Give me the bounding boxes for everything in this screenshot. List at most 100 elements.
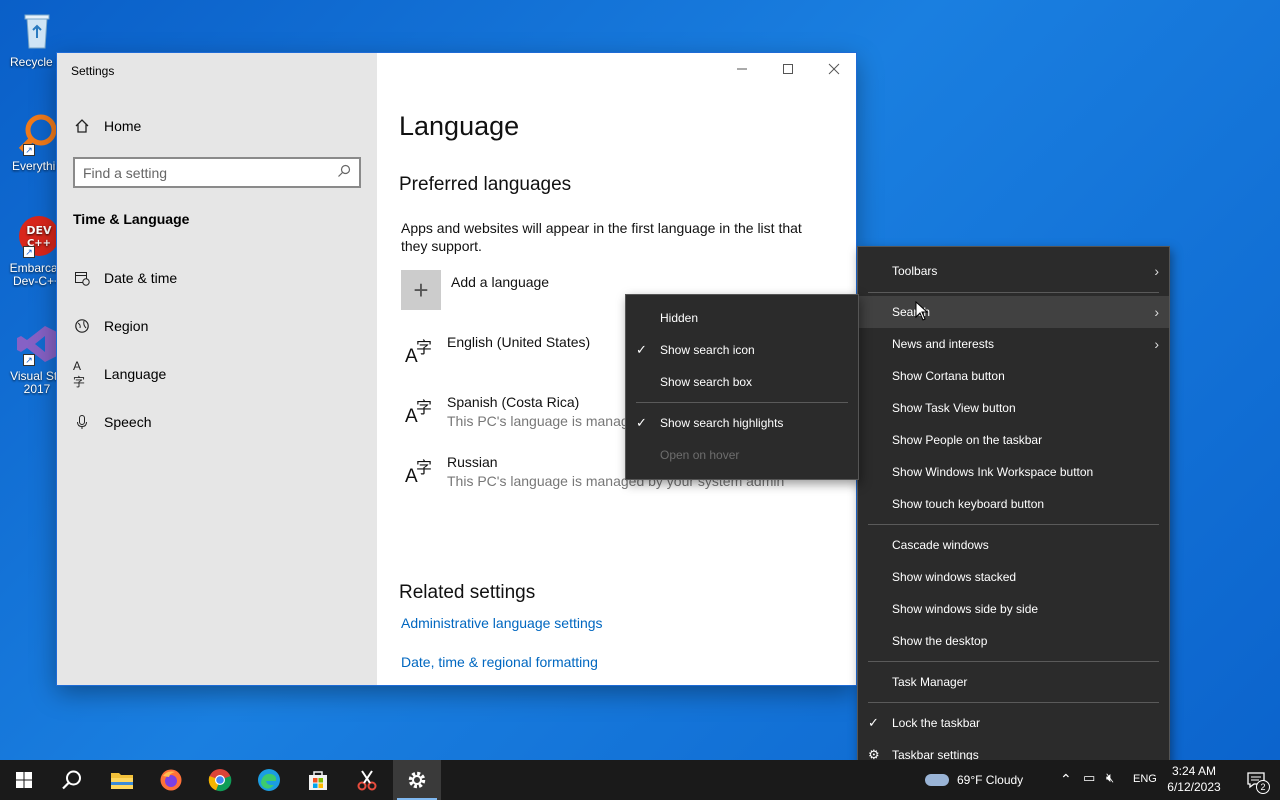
shortcut-arrow-icon: ↗ (23, 144, 35, 156)
language-icon: A字 (73, 358, 86, 389)
maximize-button[interactable] (765, 53, 811, 85)
submenu-item-show-search-highlights[interactable]: ✓ Show search highlights (626, 407, 858, 439)
close-button[interactable] (811, 53, 856, 85)
nav-language[interactable]: A字 Language (73, 358, 167, 389)
clock-time: 3:24 AM (1171, 764, 1217, 778)
menu-item-label: Open on hover (660, 448, 740, 462)
plus-icon: + (401, 270, 441, 310)
nav-date-time[interactable]: Date & time (73, 265, 177, 291)
menu-item-show-ink-workspace[interactable]: Show Windows Ink Workspace button (858, 456, 1169, 488)
menu-separator (868, 661, 1159, 662)
chrome-icon (208, 769, 232, 792)
firefox-icon (160, 769, 182, 791)
menu-item-label: News and interests (892, 337, 995, 351)
menu-item-windows-side-by-side[interactable]: Show windows side by side (858, 593, 1169, 625)
menu-separator (868, 702, 1159, 703)
minimize-button[interactable] (719, 53, 765, 85)
start-button[interactable] (0, 760, 48, 800)
language-icon: A字 (405, 400, 433, 427)
menu-item-show-people[interactable]: Show People on the taskbar (858, 424, 1169, 456)
menu-item-label: Show search icon (660, 343, 755, 357)
add-language-button[interactable]: + Add a language (401, 270, 549, 310)
visual-studio-icon: ↗ (15, 322, 59, 366)
weather-widget[interactable]: 69°F Cloudy (925, 773, 1023, 787)
menu-item-label: Show search box (660, 375, 753, 389)
show-hidden-icons-chevron-icon[interactable]: ⌃ (1060, 771, 1072, 788)
taskbar-search-button[interactable] (48, 760, 96, 800)
settings-sidebar: Settings Home Time & Language Date & tim… (57, 53, 377, 685)
firefox-button[interactable] (147, 760, 195, 800)
submenu-item-open-on-hover: Open on hover (626, 439, 858, 471)
chrome-button[interactable] (196, 760, 244, 800)
find-setting-search[interactable] (73, 157, 361, 188)
menu-item-label: Toolbars (892, 264, 938, 278)
chevron-right-icon: › (1154, 336, 1159, 352)
menu-item-label: Show windows side by side (892, 602, 1039, 616)
file-explorer-button[interactable] (98, 760, 146, 800)
menu-item-cascade-windows[interactable]: Cascade windows (858, 529, 1169, 561)
windows-logo-icon (16, 772, 32, 788)
page-title: Language (399, 111, 520, 141)
menu-item-task-manager[interactable]: Task Manager (858, 666, 1169, 698)
language-item-spanish[interactable]: A字 Spanish (Costa Rica) This PC's langua… (403, 394, 636, 429)
snipping-tool-button[interactable] (343, 760, 391, 800)
menu-item-label: Show Windows Ink Workspace button (892, 465, 1094, 479)
language-icon: A字 (405, 460, 433, 487)
taskbar: 69°F Cloudy ⌃ ▭ 🔇︎ ENG 3:24 AM 6/12/2023… (0, 760, 1280, 800)
checkmark-icon: ✓ (636, 342, 647, 357)
date-time-regional-link[interactable]: Date, time & regional formatting (401, 654, 598, 670)
menu-item-lock-taskbar[interactable]: ✓ Lock the taskbar (858, 707, 1169, 739)
scissors-icon (357, 770, 377, 791)
menu-item-search[interactable]: Search › (858, 296, 1169, 328)
network-icon[interactable]: ▭ (1083, 770, 1095, 786)
menu-item-show-cortana[interactable]: Show Cortana button (858, 360, 1169, 392)
preferred-languages-heading: Preferred languages (399, 174, 572, 195)
menu-item-show-desktop[interactable]: Show the desktop (858, 625, 1169, 657)
menu-item-show-touch-keyboard[interactable]: Show touch keyboard button (858, 488, 1169, 520)
language-status: This PC's language is manage (447, 413, 637, 429)
nav-home[interactable]: Home (73, 113, 141, 139)
taskbar-context-menu: Toolbars › Search › News and interests › Sh… (857, 246, 1170, 779)
find-setting-input[interactable] (83, 164, 337, 181)
input-language-indicator[interactable]: ENG (1133, 773, 1157, 785)
nav-item-label: Region (104, 318, 149, 334)
nav-item-label: Date & time (104, 270, 178, 286)
menu-separator (868, 524, 1159, 525)
edge-icon (258, 769, 280, 791)
admin-language-settings-link[interactable]: Administrative language settings (401, 615, 603, 631)
action-center-button[interactable]: 2 (1232, 760, 1280, 800)
menu-item-label: Show Cortana button (892, 369, 1005, 383)
nav-item-label: Language (104, 366, 167, 382)
microphone-icon (73, 413, 91, 431)
settings-taskbar-button[interactable] (393, 760, 441, 800)
submenu-item-hidden[interactable]: Hidden (626, 302, 858, 334)
notification-count-badge: 2 (1256, 780, 1270, 794)
menu-item-windows-stacked[interactable]: Show windows stacked (858, 561, 1169, 593)
mouse-cursor-icon (915, 300, 929, 326)
menu-separator (636, 402, 848, 403)
language-name: English (United States) (447, 334, 591, 350)
taskbar-clock[interactable]: 3:24 AM 6/12/2023 (1163, 763, 1225, 795)
submenu-item-show-search-box[interactable]: Show search box (626, 366, 858, 398)
globe-icon (73, 317, 91, 335)
window-title: Settings (71, 64, 115, 78)
nav-home-label: Home (104, 118, 142, 134)
menu-item-label: Cascade windows (892, 538, 989, 552)
nav-region[interactable]: Region (73, 313, 148, 339)
menu-item-news-and-interests[interactable]: News and interests › (858, 328, 1169, 360)
nav-speech[interactable]: Speech (73, 409, 151, 435)
menu-item-label: Show windows stacked (892, 570, 1017, 584)
language-name: Spanish (Costa Rica) (447, 394, 580, 410)
folder-icon (111, 773, 133, 789)
menu-item-show-task-view[interactable]: Show Task View button (858, 392, 1169, 424)
home-icon (73, 117, 91, 135)
edge-button[interactable] (245, 760, 293, 800)
language-item-english[interactable]: A字 English (United States) (403, 334, 590, 368)
shortcut-arrow-icon: ↗ (23, 354, 35, 366)
store-button[interactable] (294, 760, 342, 800)
volume-muted-icon[interactable]: 🔇︎ (1106, 770, 1114, 786)
menu-item-toolbars[interactable]: Toolbars › (858, 255, 1169, 287)
submenu-item-show-search-icon[interactable]: ✓ Show search icon (626, 334, 858, 366)
search-icon (62, 770, 81, 790)
search-icon[interactable] (337, 164, 351, 181)
